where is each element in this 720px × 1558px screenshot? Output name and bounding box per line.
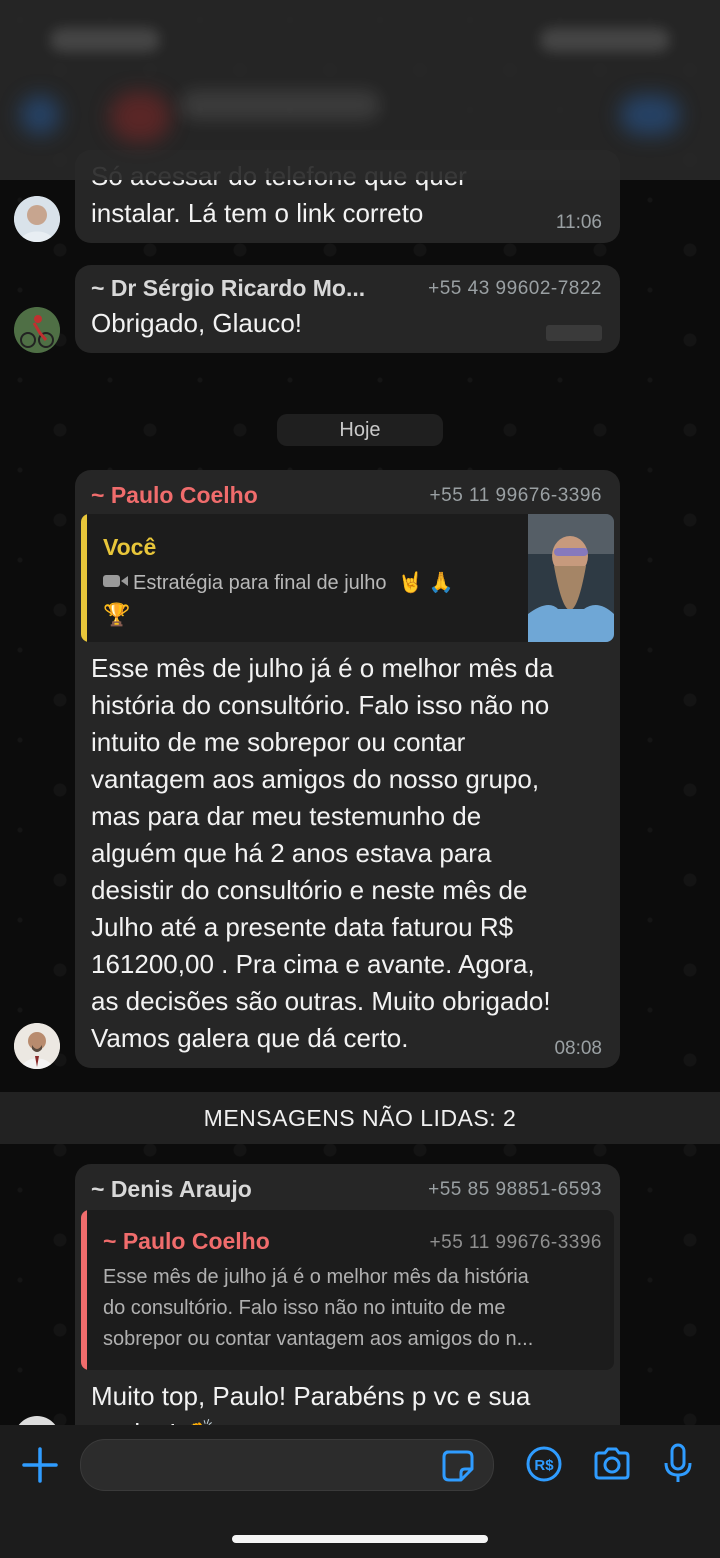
message-bubble[interactable]: ~ Paulo Coelho +55 11 99676-3396 Você Es…	[75, 470, 620, 1068]
message-text-line: 161200,00 . Pra cima e avante. Agora,	[91, 949, 535, 979]
person-avatar-icon	[14, 196, 60, 242]
message-text: Obrigado, Glauco!	[91, 308, 303, 338]
avatar[interactable]	[14, 196, 60, 242]
message-text-line: alguém que há 2 anos estava para	[91, 838, 492, 868]
message-time: 08:08	[554, 1038, 602, 1059]
sender-phone: +55 43 99602-7822	[428, 278, 602, 299]
video-icon	[103, 572, 129, 595]
message-text-line: Esse mês de julho já é o melhor mês da	[91, 653, 554, 683]
message-text: Muito top, Paulo! Parabéns p vc e sua	[91, 1381, 531, 1411]
plus-icon[interactable]	[20, 1445, 60, 1485]
message-text-line: Julho até a presente data faturou R$	[91, 912, 514, 942]
home-indicator	[232, 1535, 488, 1543]
message-bubble[interactable]: ~ Dr Sérgio Ricardo Mo... +55 43 99602-7…	[75, 265, 620, 353]
back-button[interactable]	[20, 95, 60, 135]
sticker-icon[interactable]	[441, 1449, 475, 1488]
quote-emoji: 🤘 🙏	[398, 572, 454, 594]
pix-rs-icon[interactable]: R$	[525, 1445, 563, 1488]
quote-phone: +55 11 99676-3396	[429, 1232, 602, 1253]
message-time-hidden	[546, 325, 602, 341]
message-text-line: Vamos galera que dá certo.	[91, 1023, 409, 1053]
microphone-icon[interactable]	[662, 1443, 694, 1490]
message-text: instalar. Lá tem o link correto	[91, 198, 424, 228]
camera-icon[interactable]	[592, 1445, 632, 1488]
bearded-man-image-icon	[528, 514, 614, 642]
quote-text: Estratégia para final de julho	[133, 572, 387, 594]
quote-text-line: do consultório. Falo isso não no intuito…	[103, 1297, 506, 1319]
quote-author: Você	[103, 534, 157, 560]
quoted-message[interactable]: ~ Paulo Coelho +55 11 99676-3396 Esse mê…	[81, 1210, 614, 1370]
cyclist-avatar-icon	[14, 307, 60, 353]
header-blur-status	[540, 28, 670, 52]
message-time: 11:06	[555, 212, 602, 233]
quote-author: ~ Paulo Coelho	[103, 1228, 270, 1254]
person-avatar-icon	[14, 1023, 60, 1069]
group-avatar[interactable]	[110, 92, 170, 142]
group-title[interactable]	[180, 90, 380, 120]
call-button[interactable]	[620, 95, 680, 135]
day-separator: Hoje	[277, 414, 443, 446]
pix-label: R$	[534, 1457, 554, 1474]
sender-name[interactable]: ~ Dr Sérgio Ricardo Mo...	[91, 275, 365, 302]
message-bubble[interactable]: ~ Denis Araujo +55 85 98851-6593 ~ Paulo…	[75, 1164, 620, 1464]
quote-bar	[81, 514, 87, 642]
quote-text-line: sobrepor ou contar vantagem aos amigos d…	[103, 1328, 534, 1350]
message-text-line: mas para dar meu testemunho de	[91, 801, 482, 831]
unread-messages-banner: MENSAGENS NÃO LIDAS: 2	[0, 1092, 720, 1144]
sender-phone: +55 11 99676-3396	[429, 485, 602, 506]
avatar[interactable]	[14, 307, 60, 353]
quote-thumbnail[interactable]	[528, 514, 614, 642]
quote-line: Estratégia para final de julho 🤘 🙏	[103, 570, 453, 595]
quote-emoji-trophy: 🏆	[103, 602, 131, 627]
message-text-line: intuito de me sobrepor ou contar	[91, 727, 466, 757]
message-text-line: história do consultório. Falo isso não n…	[91, 690, 550, 720]
quote-text-line: Esse mês de julho já é o melhor mês da h…	[103, 1266, 529, 1288]
message-text-line: desistir do consultório e neste mês de	[91, 875, 528, 905]
sender-name[interactable]: ~ Denis Araujo	[91, 1176, 252, 1203]
message-text-line: vantagem aos amigos do nosso grupo,	[91, 764, 540, 794]
message-text-line: as decisões são outras. Muito obrigado!	[91, 986, 551, 1016]
sender-phone: +55 85 98851-6593	[428, 1179, 602, 1200]
sender-name[interactable]: ~ Paulo Coelho	[91, 482, 258, 509]
chat-header	[0, 0, 720, 180]
message-input[interactable]	[80, 1439, 494, 1491]
header-blur-time	[50, 28, 160, 52]
avatar[interactable]	[14, 1023, 60, 1069]
quote-bar	[81, 1210, 87, 1370]
composer-bar: R$	[0, 1425, 720, 1558]
quoted-message[interactable]: Você Estratégia para final de julho 🤘 🙏 …	[81, 514, 614, 642]
